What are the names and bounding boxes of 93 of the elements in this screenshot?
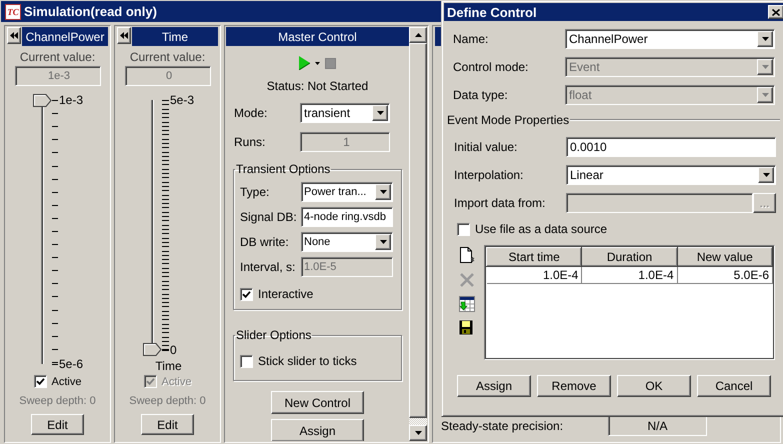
field-label: DB write: (240, 235, 290, 249)
import-table-icon[interactable] (459, 296, 475, 312)
app-logo: TC (5, 4, 21, 20)
column-header[interactable]: New value (677, 248, 772, 266)
column-header[interactable]: Duration (582, 248, 678, 266)
field-label: Interval, s: (240, 260, 296, 274)
column-header: Time (132, 27, 218, 46)
field-label: Type: (240, 185, 270, 199)
new-document-icon[interactable] (459, 247, 475, 264)
slider-thumb[interactable] (143, 343, 162, 356)
tick-label: 1e-3 (59, 94, 84, 106)
current-value-field: 0 (124, 66, 210, 86)
collapse-button[interactable] (117, 27, 131, 44)
field-label: Current value: (20, 50, 96, 64)
column-header: ChannelPower (22, 27, 108, 46)
dropdown[interactable]: None (301, 232, 393, 252)
mode-dropdown[interactable]: transient (300, 103, 390, 123)
caret-icon (380, 240, 386, 244)
stop-icon[interactable] (325, 58, 336, 68)
field-label: Mode: (234, 106, 268, 120)
double-left-arrow-icon (120, 32, 128, 39)
scroll-down-button[interactable] (409, 425, 427, 441)
status-text: Status: Not Started (266, 79, 370, 93)
field-label: Control mode: (453, 60, 530, 74)
field-label: Current value: (130, 50, 206, 64)
close-icon (772, 8, 780, 16)
remove-button[interactable]: Remove (537, 375, 611, 397)
slider-thumb[interactable] (33, 94, 52, 107)
checkbox-label: Use file as a data source (475, 222, 608, 236)
tick-label: 5e-6 (59, 358, 84, 370)
column-header: Master Control (226, 27, 409, 46)
checkbox[interactable] (240, 354, 253, 368)
dropdown[interactable]: ChannelPower (565, 29, 775, 49)
caret-icon (762, 65, 768, 69)
checkbox-label: Interactive (258, 287, 314, 301)
close-button[interactable] (768, 5, 783, 19)
checkbox-label: Stick slider to ticks (258, 354, 357, 368)
field-label: Interpolation: (454, 168, 524, 182)
table-cell: 1.0E-4 (582, 266, 678, 284)
checkbox[interactable] (240, 288, 253, 300)
sweep-depth-text: Sweep depth: 0 (19, 395, 96, 407)
edit-button[interactable]: Edit (30, 414, 84, 435)
tick-label: 5e-3 (170, 94, 194, 106)
field-label: Steady-state precision: (441, 418, 564, 432)
checkbox[interactable] (34, 375, 46, 388)
field-label: Import data from: (454, 196, 546, 210)
slider-caption: Time (155, 359, 182, 373)
caret-icon (376, 111, 384, 115)
precision-field: N/A (608, 415, 707, 436)
cancel-button[interactable]: Cancel (697, 375, 771, 397)
text-field[interactable]: 4-node ring.vsdb (301, 207, 393, 227)
scroll-up-button[interactable] (409, 27, 427, 43)
checkbox-label: Active (52, 376, 82, 388)
table-cell: 1.0E-4 (486, 266, 582, 284)
checkbox-label: Active (162, 376, 192, 388)
column-header[interactable]: Start time (486, 248, 582, 266)
field-label: Signal DB: (240, 210, 298, 224)
checkmark-icon (36, 377, 44, 386)
assign-button[interactable]: Assign (271, 419, 364, 441)
new-control-button[interactable]: New Control (271, 391, 364, 414)
group-title: Slider Options (235, 328, 312, 342)
table-cell: 5.0E-6 (677, 266, 772, 284)
assign-button[interactable]: Assign (457, 375, 531, 397)
edit-button[interactable]: Edit (140, 414, 194, 435)
section-title: Event Mode Properties (447, 113, 570, 127)
current-value-field: 1e-3 (14, 66, 100, 86)
text-field[interactable]: 0.0010 (566, 137, 776, 157)
field-label: Runs: (234, 135, 266, 149)
field-label: Name: (453, 32, 490, 46)
checkmark-icon (146, 377, 154, 386)
field-label: Data type: (453, 88, 509, 102)
down-arrow-icon (414, 431, 422, 435)
collapse-button[interactable] (7, 27, 21, 44)
sweep-depth-text: Sweep depth: 0 (129, 395, 206, 407)
up-arrow-icon (414, 33, 422, 37)
caret-icon[interactable] (315, 62, 320, 64)
caret-icon (762, 93, 768, 97)
field-label: Initial value: (454, 140, 518, 154)
caret-icon (762, 37, 768, 41)
checkmark-icon (242, 290, 251, 298)
window-title: Simulation(read only) (24, 4, 157, 19)
dropdown[interactable]: Power tran... (301, 182, 393, 202)
save-icon[interactable] (459, 320, 473, 335)
ok-button[interactable]: OK (617, 375, 691, 397)
caret-icon (762, 173, 770, 177)
double-left-arrow-icon (10, 32, 18, 39)
caret-icon (380, 190, 386, 194)
dropdown[interactable]: Linear (566, 165, 776, 185)
checkbox[interactable] (457, 222, 470, 236)
tick-label: 0 (170, 344, 178, 356)
group-title: Transient Options (235, 162, 332, 176)
dialog-title: Define Control (447, 4, 538, 20)
play-icon[interactable] (299, 56, 310, 70)
